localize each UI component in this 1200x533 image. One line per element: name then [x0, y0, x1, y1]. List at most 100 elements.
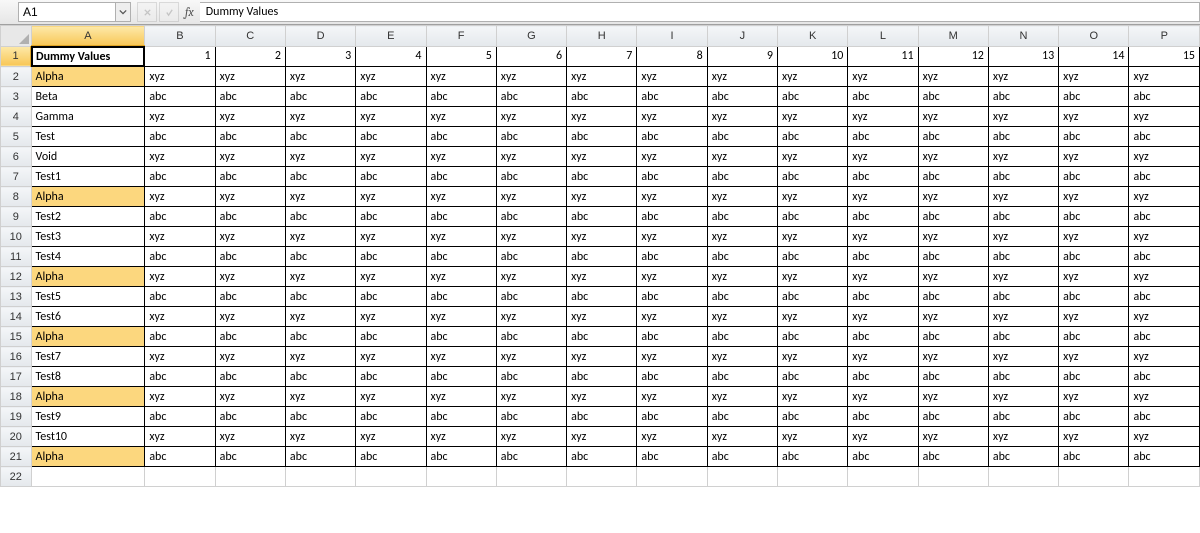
- cell-A18[interactable]: Alpha: [31, 387, 145, 407]
- cell-O9[interactable]: abc: [1059, 207, 1129, 227]
- row-header-20[interactable]: 20: [1, 427, 32, 447]
- cell-A15[interactable]: Alpha: [31, 327, 145, 347]
- cell-L12[interactable]: xyz: [848, 267, 918, 287]
- cell-C9[interactable]: abc: [215, 207, 285, 227]
- cell-L14[interactable]: xyz: [848, 307, 918, 327]
- cell-C13[interactable]: abc: [215, 287, 285, 307]
- cell-L2[interactable]: xyz: [848, 67, 918, 87]
- cell-D3[interactable]: abc: [285, 87, 355, 107]
- cell-I7[interactable]: abc: [637, 167, 707, 187]
- cell-C21[interactable]: abc: [215, 447, 285, 467]
- cell-G21[interactable]: abc: [496, 447, 566, 467]
- cell-E6[interactable]: xyz: [356, 147, 426, 167]
- cell-O15[interactable]: abc: [1059, 327, 1129, 347]
- cell-D14[interactable]: xyz: [285, 307, 355, 327]
- cell-P1[interactable]: 15: [1129, 46, 1200, 67]
- cell-C6[interactable]: xyz: [215, 147, 285, 167]
- cell-K5[interactable]: abc: [777, 127, 847, 147]
- cell-F20[interactable]: xyz: [426, 427, 496, 447]
- cell-G22[interactable]: [496, 467, 566, 487]
- cell-D7[interactable]: abc: [285, 167, 355, 187]
- cell-F17[interactable]: abc: [426, 367, 496, 387]
- cell-K21[interactable]: abc: [777, 447, 847, 467]
- cell-D5[interactable]: abc: [285, 127, 355, 147]
- cell-E8[interactable]: xyz: [356, 187, 426, 207]
- column-header-P[interactable]: P: [1129, 26, 1200, 47]
- cell-B17[interactable]: abc: [145, 367, 215, 387]
- cell-P15[interactable]: abc: [1129, 327, 1200, 347]
- cell-N19[interactable]: abc: [988, 407, 1058, 427]
- cell-L6[interactable]: xyz: [848, 147, 918, 167]
- cell-C7[interactable]: abc: [215, 167, 285, 187]
- cell-E3[interactable]: abc: [356, 87, 426, 107]
- cell-O16[interactable]: xyz: [1059, 347, 1129, 367]
- row-header-12[interactable]: 12: [1, 267, 32, 287]
- cell-C8[interactable]: xyz: [215, 187, 285, 207]
- cell-G13[interactable]: abc: [496, 287, 566, 307]
- column-header-I[interactable]: I: [637, 26, 707, 47]
- cell-O3[interactable]: abc: [1059, 87, 1129, 107]
- cell-D19[interactable]: abc: [285, 407, 355, 427]
- cell-J21[interactable]: abc: [707, 447, 777, 467]
- cell-K17[interactable]: abc: [777, 367, 847, 387]
- cell-N8[interactable]: xyz: [988, 187, 1058, 207]
- cell-O14[interactable]: xyz: [1059, 307, 1129, 327]
- cell-B21[interactable]: abc: [145, 447, 215, 467]
- cell-I17[interactable]: abc: [637, 367, 707, 387]
- cell-E5[interactable]: abc: [356, 127, 426, 147]
- cell-A1[interactable]: Dummy Values: [31, 46, 145, 67]
- cell-A16[interactable]: Test7: [31, 347, 145, 367]
- cell-J8[interactable]: xyz: [707, 187, 777, 207]
- cell-B13[interactable]: abc: [145, 287, 215, 307]
- row-header-1[interactable]: 1: [1, 46, 32, 67]
- cell-M15[interactable]: abc: [918, 327, 988, 347]
- cell-D22[interactable]: [285, 467, 355, 487]
- cell-P21[interactable]: abc: [1129, 447, 1200, 467]
- cell-F11[interactable]: abc: [426, 247, 496, 267]
- cell-P11[interactable]: abc: [1129, 247, 1200, 267]
- cell-B5[interactable]: abc: [145, 127, 215, 147]
- cell-G2[interactable]: xyz: [496, 67, 566, 87]
- cell-H17[interactable]: abc: [567, 367, 637, 387]
- cell-I16[interactable]: xyz: [637, 347, 707, 367]
- cell-H22[interactable]: [567, 467, 637, 487]
- cell-C16[interactable]: xyz: [215, 347, 285, 367]
- cell-H13[interactable]: abc: [567, 287, 637, 307]
- cell-F16[interactable]: xyz: [426, 347, 496, 367]
- cell-D10[interactable]: xyz: [285, 227, 355, 247]
- cell-B8[interactable]: xyz: [145, 187, 215, 207]
- cell-F22[interactable]: [426, 467, 496, 487]
- cell-K15[interactable]: abc: [777, 327, 847, 347]
- column-header-L[interactable]: L: [848, 26, 918, 47]
- row-header-6[interactable]: 6: [1, 147, 32, 167]
- fx-label[interactable]: fx: [185, 5, 194, 19]
- cell-H7[interactable]: abc: [567, 167, 637, 187]
- cell-I18[interactable]: xyz: [637, 387, 707, 407]
- cell-I12[interactable]: xyz: [637, 267, 707, 287]
- cell-G8[interactable]: xyz: [496, 187, 566, 207]
- cell-D8[interactable]: xyz: [285, 187, 355, 207]
- worksheet-grid[interactable]: ABCDEFGHIJKLMNOP1Dummy Values12345678910…: [0, 25, 1200, 487]
- row-header-14[interactable]: 14: [1, 307, 32, 327]
- cell-H2[interactable]: xyz: [567, 67, 637, 87]
- cell-C4[interactable]: xyz: [215, 107, 285, 127]
- cell-K8[interactable]: xyz: [777, 187, 847, 207]
- cell-M8[interactable]: xyz: [918, 187, 988, 207]
- cell-B16[interactable]: xyz: [145, 347, 215, 367]
- cell-B14[interactable]: xyz: [145, 307, 215, 327]
- cell-A21[interactable]: Alpha: [31, 447, 145, 467]
- cell-K18[interactable]: xyz: [777, 387, 847, 407]
- cell-H19[interactable]: abc: [567, 407, 637, 427]
- cell-N17[interactable]: abc: [988, 367, 1058, 387]
- cell-A6[interactable]: Void: [31, 147, 145, 167]
- cell-J6[interactable]: xyz: [707, 147, 777, 167]
- cell-I10[interactable]: xyz: [637, 227, 707, 247]
- cell-A3[interactable]: Beta: [31, 87, 145, 107]
- cell-D13[interactable]: abc: [285, 287, 355, 307]
- cell-M6[interactable]: xyz: [918, 147, 988, 167]
- cell-O8[interactable]: xyz: [1059, 187, 1129, 207]
- cell-K14[interactable]: xyz: [777, 307, 847, 327]
- cell-G14[interactable]: xyz: [496, 307, 566, 327]
- cell-I20[interactable]: xyz: [637, 427, 707, 447]
- cell-D17[interactable]: abc: [285, 367, 355, 387]
